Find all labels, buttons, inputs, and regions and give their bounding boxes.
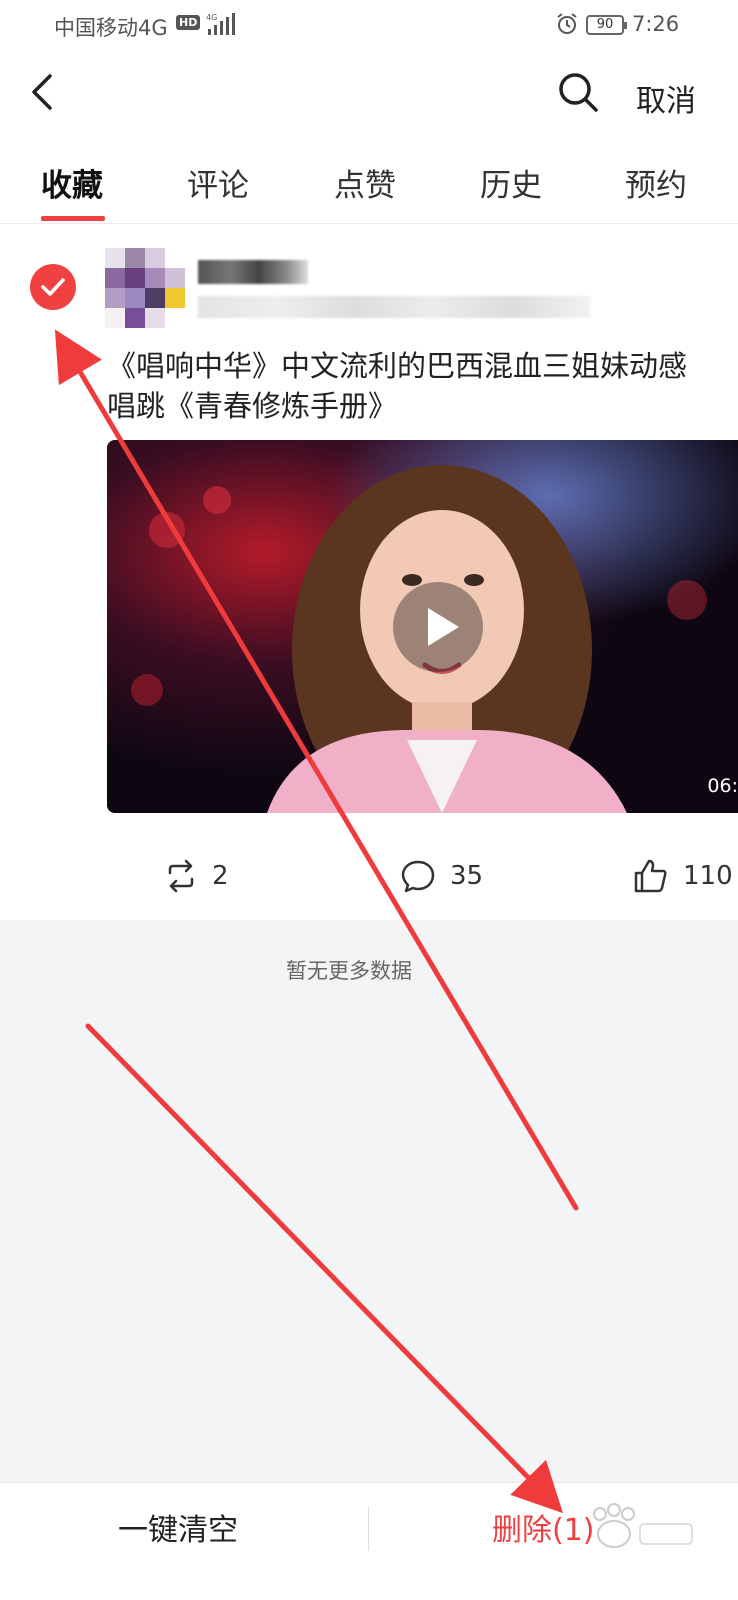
action-row: 2 35 110 bbox=[0, 854, 738, 898]
comment-count: 35 bbox=[450, 861, 484, 891]
repost-icon bbox=[168, 859, 194, 893]
tab-bar: 收藏 评论 点赞 历史 预约 bbox=[0, 140, 738, 224]
play-button[interactable] bbox=[393, 582, 483, 672]
no-more-data-label: 暂无更多数据 bbox=[286, 959, 412, 983]
comment-icon bbox=[401, 860, 435, 893]
tab-reservations[interactable]: 预约 bbox=[625, 160, 687, 205]
status-bar: 中国移动4G HD 4G 90 7:26 bbox=[0, 0, 738, 50]
svg-text:4G: 4G bbox=[206, 13, 217, 22]
post-title[interactable]: 《唱响中华》中文流利的巴西混血三姐妹动感 唱跳《青春修炼手册》 bbox=[107, 346, 738, 426]
arrow-to-delete-button bbox=[85, 1023, 563, 1514]
like-action[interactable]: 110 bbox=[633, 854, 733, 898]
repost-count: 2 bbox=[212, 861, 229, 891]
tab-favorites[interactable]: 收藏 bbox=[41, 160, 103, 205]
clear-all-button[interactable]: 一键清空 bbox=[118, 1505, 238, 1549]
post-title-line-2: 唱跳《青春修炼手册》 bbox=[107, 389, 398, 423]
alarm-icon bbox=[557, 13, 577, 34]
post-meta-blurred bbox=[198, 296, 590, 318]
thumbs-up-icon bbox=[634, 859, 667, 893]
comment-action[interactable]: 35 bbox=[400, 854, 483, 898]
tab-comments[interactable]: 评论 bbox=[187, 160, 249, 205]
paw-watermark-icon bbox=[593, 1503, 693, 1548]
repost-action[interactable]: 2 bbox=[164, 854, 229, 898]
nav-bar: 取消 bbox=[0, 50, 738, 140]
signal-icon: 4G bbox=[206, 13, 235, 35]
battery-indicator: 90 bbox=[586, 15, 627, 35]
active-tab-indicator bbox=[41, 216, 105, 221]
search-icon[interactable] bbox=[556, 70, 600, 114]
favorite-item-card[interactable]: 《唱响中华》中文流利的巴西混血三姐妹动感 唱跳《青春修炼手册》 06: 2 35… bbox=[0, 224, 738, 920]
post-title-line-1: 《唱响中华》中文流利的巴西混血三姐妹动感 bbox=[107, 349, 688, 383]
hd-badge: HD bbox=[176, 15, 201, 30]
like-count: 110 bbox=[683, 861, 733, 891]
avatar[interactable] bbox=[105, 248, 185, 328]
carrier-label: 中国移动4G bbox=[54, 16, 168, 40]
author-name-blurred bbox=[198, 260, 308, 284]
tab-likes[interactable]: 点赞 bbox=[334, 160, 396, 205]
cancel-button[interactable]: 取消 bbox=[636, 76, 696, 120]
back-arrow-icon[interactable] bbox=[26, 70, 60, 114]
clock: 7:26 bbox=[632, 12, 680, 36]
tab-history[interactable]: 历史 bbox=[480, 160, 542, 205]
video-thumbnail[interactable]: 06: bbox=[107, 440, 738, 813]
selected-check-icon[interactable] bbox=[30, 264, 76, 310]
bottom-divider bbox=[368, 1507, 369, 1551]
video-duration: 06: bbox=[707, 775, 738, 797]
